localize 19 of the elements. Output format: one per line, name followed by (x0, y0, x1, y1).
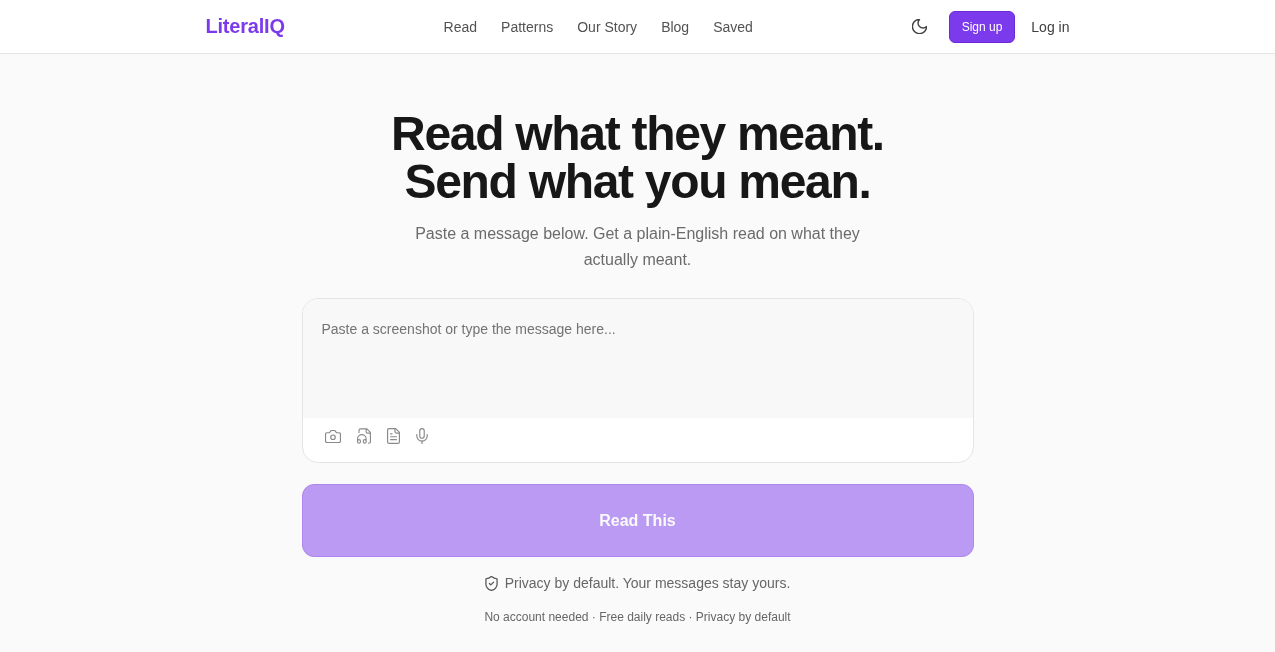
shield-check-icon (484, 575, 498, 591)
audio-file-icon[interactable] (356, 428, 371, 444)
moon-icon[interactable] (911, 19, 927, 34)
privacy-note: Privacy by default. Your messages stay yours. (504, 574, 791, 593)
nav-link[interactable]: Saved (713, 18, 753, 35)
microphone-icon[interactable] (415, 428, 428, 444)
document-icon[interactable] (386, 428, 400, 444)
nav-link[interactable]: Patterns (501, 18, 554, 35)
nav-link[interactable]: Read (443, 18, 478, 35)
subtitle: Paste a message below. Get a plain-English read on what they actually meant. (414, 224, 861, 270)
nav-link[interactable]: Our Story (577, 18, 638, 35)
log-in-link[interactable]: Log in (1031, 18, 1070, 35)
headline: Read what they meant. (391, 110, 884, 158)
logo[interactable]: LiteralIQ (205, 15, 285, 38)
footer-note: No account needed · Free daily reads · Privacy by default (484, 609, 791, 625)
message-field[interactable]: Paste a screenshot or type the message here... (302, 299, 973, 418)
nav-link[interactable]: Blog (661, 18, 690, 35)
sign-up-button[interactable]: Sign up (948, 10, 1016, 43)
camera-icon[interactable] (324, 429, 341, 443)
